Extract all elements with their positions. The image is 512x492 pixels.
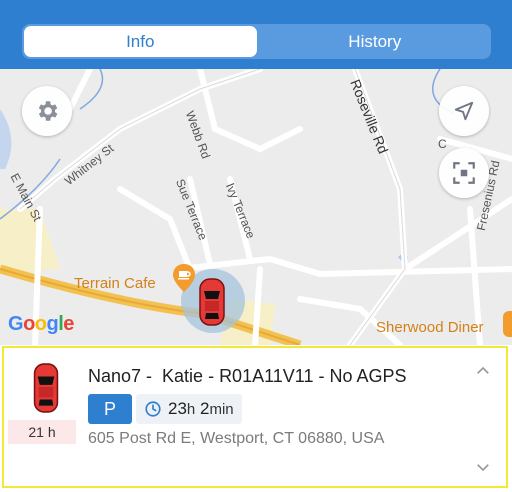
gear-icon <box>38 101 58 121</box>
coffee-icon[interactable] <box>173 264 195 292</box>
parked-duration: 23h 2min <box>136 394 242 424</box>
top-bar: Info History <box>0 0 512 69</box>
chevron-up-icon <box>477 366 489 374</box>
tab-info[interactable]: Info <box>24 26 257 57</box>
collapse-button[interactable] <box>474 362 492 380</box>
diner-marker-icon[interactable] <box>503 311 512 337</box>
map-view[interactable]: Webb Rd Roseville Rd Whitney St E Main S… <box>0 69 512 345</box>
vehicle-info-card[interactable]: 21 h Nano7 - Katie - R01A11V11 - No AGPS… <box>2 346 508 488</box>
expand-button[interactable] <box>474 458 492 476</box>
duration-minutes-unit: min <box>209 401 234 418</box>
map-roads <box>0 69 512 345</box>
vehicle-marker-car-icon[interactable] <box>198 277 226 327</box>
duration-hours-unit: h <box>186 401 196 418</box>
chevron-down-icon <box>477 464 489 472</box>
navigation-arrow-icon <box>454 101 474 121</box>
clock-icon <box>145 401 161 417</box>
recenter-frame-icon <box>453 162 475 184</box>
parked-status-badge: P <box>88 394 132 424</box>
last-update-age-badge: 21 h <box>8 420 76 444</box>
recenter-button[interactable] <box>439 148 489 198</box>
vehicle-title: Nano7 - Katie - R01A11V11 - No AGPS <box>88 366 407 386</box>
tab-history[interactable]: History <box>259 24 492 59</box>
navigate-button[interactable] <box>439 86 489 136</box>
duration-hours: 23 <box>168 399 187 418</box>
vehicle-address: 605 Post Rd E, Westport, CT 06880, USA <box>88 430 385 447</box>
road-label-c: C <box>438 137 447 151</box>
poi-sherwood-diner-label[interactable]: Sherwood Diner <box>376 319 484 336</box>
settings-button[interactable] <box>22 86 72 136</box>
google-logo: Google <box>8 313 74 335</box>
segmented-control: Info History <box>22 24 491 59</box>
car-icon <box>26 362 66 414</box>
poi-terrain-cafe-label[interactable]: Terrain Cafe <box>74 275 156 292</box>
